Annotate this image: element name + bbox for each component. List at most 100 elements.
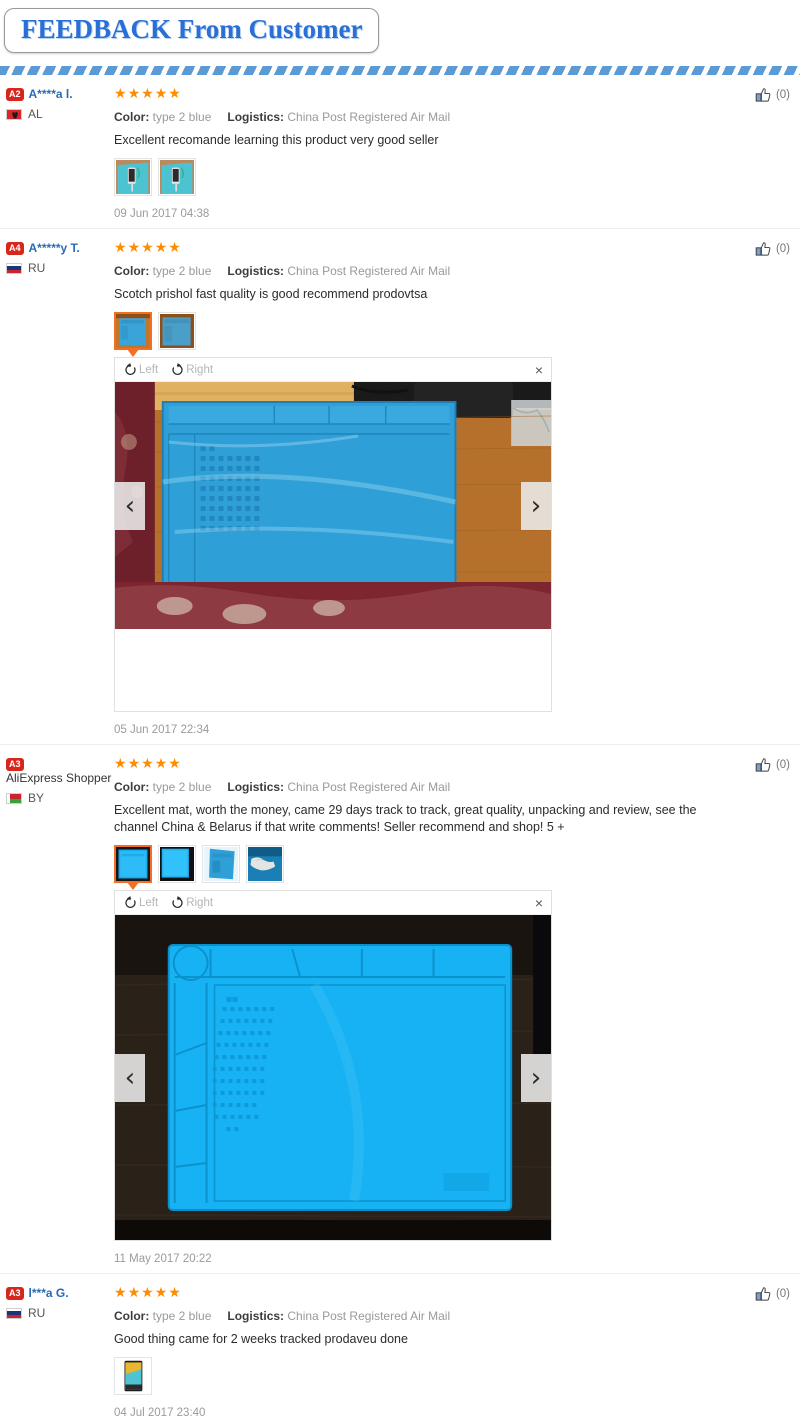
viewer-stage: ‹ › <box>115 915 551 1240</box>
header-title-box: FEEDBACK From Customer <box>4 8 380 53</box>
user-level-badge: A2 <box>6 88 24 101</box>
thumbnail-3[interactable] <box>202 845 240 883</box>
user-name[interactable]: l***a G. <box>29 1286 69 1301</box>
review-attributes: Color: type 2 blue Logistics: China Post … <box>114 263 714 279</box>
user-name[interactable]: A*****y T. <box>29 241 80 256</box>
page-title: FEEDBACK From Customer <box>21 14 363 44</box>
review-body: A3 AliExpress Shopper BY ★★★★★ Color: type 2… <box>6 755 794 1265</box>
review-thumbnails <box>114 312 714 357</box>
star-icon: ★ <box>114 1284 128 1300</box>
review-item: A3 l***a G. RU ★★★★★ Color: type 2 blue Logis… <box>0 1274 800 1427</box>
thumbnail-1[interactable] <box>114 1357 152 1395</box>
rotate-left-label: Left <box>139 896 159 909</box>
review-body: A2 A****a l. AL ★★★★★ Color: type 2 blue Logi… <box>6 85 794 220</box>
thumbnail-image <box>204 847 238 881</box>
review-timestamp: 09 Jun 2017 04:38 <box>114 208 210 220</box>
star-icon: ★ <box>127 755 142 771</box>
thumbnail-image <box>248 847 282 881</box>
helpful-votes: (0) <box>755 757 790 773</box>
star-icon: ★ <box>154 755 169 771</box>
prev-image-button[interactable]: ‹ <box>115 1053 145 1102</box>
rotate-right-label: Right <box>186 896 214 909</box>
prev-image-button[interactable]: ‹ <box>115 481 145 530</box>
review-body: A4 A*****y T. RU ★★★★★ Color: type 2 blue Log… <box>6 239 794 736</box>
thumbs-up-icon[interactable] <box>755 1286 772 1302</box>
star-rating: ★★★★★ <box>114 1285 714 1301</box>
thumbnail-2[interactable] <box>158 312 196 350</box>
star-icon: ★ <box>141 1284 155 1300</box>
user-identity: A4 A*****y T. <box>6 241 114 256</box>
thumbnail-1[interactable] <box>114 845 152 890</box>
thumbnail-image <box>160 160 194 194</box>
rotate-right-icon <box>170 362 185 377</box>
user-name[interactable]: AliExpress Shopper <box>6 771 111 786</box>
review-timestamp: 11 May 2017 20:22 <box>114 1253 212 1265</box>
rotate-left-icon <box>123 362 138 377</box>
star-icon: ★ <box>141 239 155 255</box>
rotate-right-label: Right <box>186 363 214 376</box>
review-item: A2 A****a l. AL ★★★★★ Color: type 2 blue Logi… <box>0 75 800 229</box>
rotate-right-button[interactable]: Right <box>170 895 213 910</box>
rotate-right-button[interactable]: Right <box>170 362 213 377</box>
review-thumbnails <box>114 1357 714 1395</box>
country-flag-icon <box>6 792 22 804</box>
feedback-page: FEEDBACK From Customer A2 A****a l. AL ★★★★… <box>0 0 800 1427</box>
star-icon: ★ <box>127 239 142 255</box>
star-icon: ★ <box>154 239 169 255</box>
close-icon[interactable]: × <box>533 896 545 910</box>
logistics-value: China Post Registered Air Mail <box>284 780 451 794</box>
user-level-badge: A3 <box>6 758 24 771</box>
viewer-stage: ‹ › <box>115 382 551 629</box>
next-image-button[interactable]: › <box>521 1053 551 1102</box>
star-rating: ★★★★★ <box>114 86 714 102</box>
thumbnail-image <box>116 847 150 881</box>
color-value: type 2 blue <box>149 780 212 794</box>
logistics-label: Logistics: <box>227 780 285 794</box>
star-icon: ★ <box>127 1284 142 1300</box>
star-icon: ★ <box>141 755 155 771</box>
thumbnail-2[interactable] <box>158 158 196 196</box>
star-icon: ★ <box>114 755 128 771</box>
rotate-left-button[interactable]: Left <box>123 362 158 377</box>
user-name[interactable]: A****a l. <box>29 87 73 102</box>
color-value: type 2 blue <box>149 1309 212 1323</box>
user-country: RU <box>6 1306 114 1320</box>
review-text: Good thing came for 2 weeks tracked prod… <box>114 1332 408 1346</box>
viewer-toolbar: Left Right × <box>115 891 551 915</box>
review-text: Excellent recomande learning this produc… <box>114 133 439 147</box>
rotate-left-button[interactable]: Left <box>123 895 158 910</box>
helpful-votes: (0) <box>755 87 790 103</box>
star-icon: ★ <box>154 1284 169 1300</box>
review-text: Scotch prishol fast quality is good reco… <box>114 287 428 301</box>
review-attributes: Color: type 2 blue Logistics: China Post … <box>114 1308 714 1324</box>
viewer-whitespace <box>115 629 551 711</box>
country-code: RU <box>28 261 46 275</box>
rotate-left-icon <box>123 895 138 910</box>
review-item: A4 A*****y T. RU ★★★★★ Color: type 2 blue Log… <box>0 229 800 745</box>
thumbnail-image <box>160 847 194 881</box>
close-icon[interactable]: × <box>533 363 545 377</box>
logistics-label: Logistics: <box>227 1309 285 1323</box>
rotate-left-label: Left <box>139 363 159 376</box>
user-country: AL <box>6 107 114 121</box>
logistics-value: China Post Registered Air Mail <box>284 110 451 124</box>
review-user: A2 A****a l. AL <box>6 85 114 220</box>
thumbs-up-icon[interactable] <box>755 757 772 773</box>
thumbs-up-icon[interactable] <box>755 87 772 103</box>
next-image-button[interactable]: › <box>521 481 551 530</box>
review-thumbnails <box>114 845 714 890</box>
thumbnail-4[interactable] <box>246 845 284 883</box>
review-thumbnails <box>114 158 714 196</box>
review-user: A3 AliExpress Shopper BY <box>6 755 114 1265</box>
reviews-list: A2 A****a l. AL ★★★★★ Color: type 2 blue Logi… <box>0 75 800 1427</box>
thumbnail-1[interactable] <box>114 312 152 357</box>
thumbnail-1[interactable] <box>114 158 152 196</box>
thumbnail-image <box>160 314 194 348</box>
viewer-image <box>115 915 551 1240</box>
thumbnail-image <box>116 160 150 194</box>
thumbs-up-icon[interactable] <box>755 241 772 257</box>
country-flag-icon <box>6 1307 22 1319</box>
star-icon: ★ <box>141 85 155 101</box>
country-flag-icon <box>6 262 22 274</box>
thumbnail-2[interactable] <box>158 845 196 883</box>
